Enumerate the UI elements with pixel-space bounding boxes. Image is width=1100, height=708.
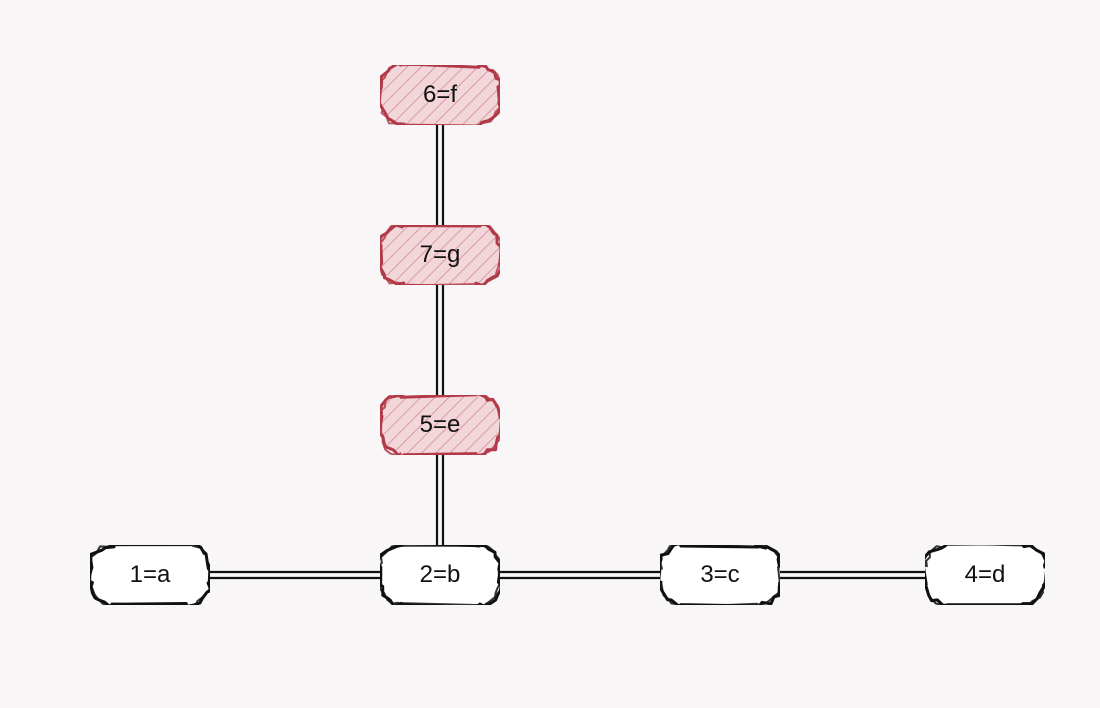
node-n3: 3=c: [660, 545, 780, 605]
node-label: 6=f: [423, 81, 457, 109]
node-n1: 1=a: [90, 545, 210, 605]
diagram-canvas: 1=a 2=b 3=c 4=d 5=e 7=g 6=f: [0, 0, 1100, 708]
node-label: 1=a: [130, 561, 171, 589]
node-label: 4=d: [965, 561, 1006, 589]
node-label: 2=b: [420, 561, 461, 589]
node-label: 3=c: [700, 561, 739, 589]
node-n5: 5=e: [380, 395, 500, 455]
node-label: 5=e: [420, 411, 461, 439]
node-n6: 6=f: [380, 65, 500, 125]
node-n7: 7=g: [380, 225, 500, 285]
node-label: 7=g: [420, 241, 461, 269]
node-n2: 2=b: [380, 545, 500, 605]
node-n4: 4=d: [925, 545, 1045, 605]
